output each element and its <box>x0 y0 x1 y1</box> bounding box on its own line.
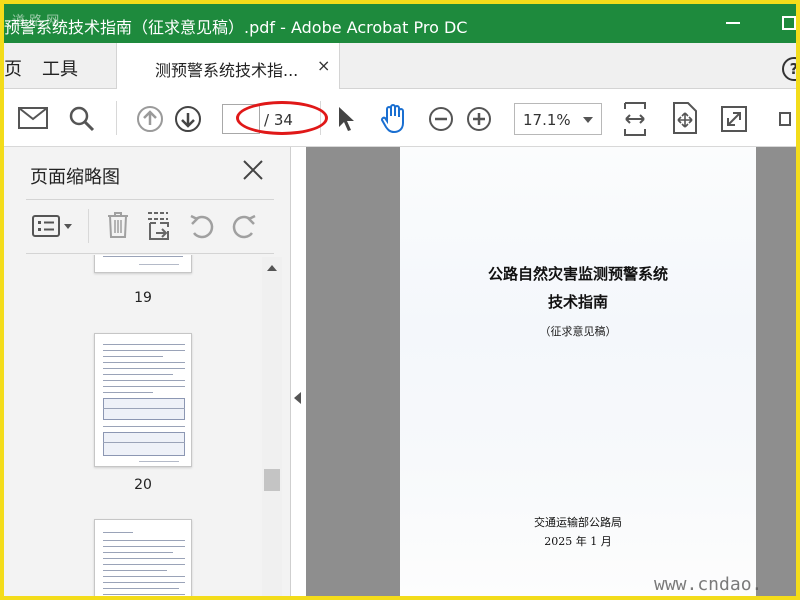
document-view[interactable]: 公路自然灾害监测预警系统 技术指南 （征求意见稿） 交通运输部公路局 2025 … <box>306 147 796 596</box>
panel-separator <box>88 209 89 243</box>
tab-row: 页 工具 测预警系统技术指... × ? <box>4 43 796 90</box>
full-screen-icon[interactable] <box>720 105 748 133</box>
divider <box>26 199 274 200</box>
thumbnail-page-number: 20 <box>134 477 152 493</box>
extract-page-icon[interactable] <box>146 211 172 241</box>
rotate-left-icon[interactable] <box>188 213 216 239</box>
document-date: 2025 年 1 月 <box>544 535 612 548</box>
page-thumbnail[interactable] <box>94 255 192 273</box>
collapse-panel-icon[interactable] <box>294 392 301 404</box>
toolbar: / 34 17.1% <box>4 89 796 147</box>
tab-document-label: 测预警系统技术指... <box>155 61 299 80</box>
tab-home[interactable]: 页 <box>4 55 22 81</box>
rotate-right-icon[interactable] <box>230 213 258 239</box>
annotation-ellipse <box>236 101 328 135</box>
window-title: 预警系统技术指南（征求意见稿）.pdf - Adobe Acrobat Pro … <box>4 18 468 37</box>
chevron-down-icon <box>583 117 593 123</box>
previous-page-icon[interactable] <box>136 105 164 133</box>
more-tools-icon[interactable] <box>776 109 796 129</box>
thumbnail-scrollbar[interactable] <box>262 257 282 596</box>
document-page: 公路自然灾害监测预警系统 技术指南 （征求意见稿） 交通运输部公路局 2025 … <box>400 147 756 596</box>
search-icon[interactable] <box>68 105 96 133</box>
divider <box>26 253 274 254</box>
toolbar-separator <box>116 101 117 135</box>
tab-tools[interactable]: 工具 <box>42 55 78 81</box>
thumbnail-options-icon[interactable] <box>32 215 74 237</box>
document-subtitle: （征求意见稿） <box>539 325 617 338</box>
thumbnail-panel: 页面缩略图 19 20 <box>4 147 291 596</box>
fit-width-icon[interactable] <box>622 101 648 137</box>
minimize-button[interactable] <box>726 22 740 24</box>
tab-document[interactable]: 测预警系统技术指... × <box>116 43 340 90</box>
select-cursor-icon[interactable] <box>336 105 356 133</box>
site-watermark: www.cndao. <box>654 574 763 595</box>
thumbnail-list: 19 20 <box>14 255 262 596</box>
maximize-button[interactable] <box>782 16 796 30</box>
next-page-icon[interactable] <box>174 105 202 133</box>
scroll-up-icon[interactable] <box>267 265 277 271</box>
zoom-select[interactable]: 17.1% <box>514 103 602 135</box>
email-icon[interactable] <box>18 107 48 129</box>
document-title-line1: 公路自然灾害监测预警系统 <box>487 265 668 283</box>
fit-page-icon[interactable] <box>672 101 698 135</box>
help-icon[interactable]: ? <box>782 57 796 81</box>
hand-tool-icon[interactable] <box>378 103 410 135</box>
panel-title: 页面缩略图 <box>30 167 120 188</box>
title-bar: 道 路 网 预警系统技术指南（征求意见稿）.pdf - Adobe Acroba… <box>4 4 796 43</box>
zoom-value: 17.1% <box>523 111 571 129</box>
zoom-out-icon[interactable] <box>428 106 454 132</box>
thumbnail-page-number: 19 <box>134 290 152 306</box>
page-thumbnail[interactable] <box>94 333 192 467</box>
document-organization: 交通运输部公路局 <box>534 516 622 529</box>
scrollbar-thumb[interactable] <box>264 469 280 491</box>
zoom-in-icon[interactable] <box>466 106 492 132</box>
acrobat-window: 道 路 网 预警系统技术指南（征求意见稿）.pdf - Adobe Acroba… <box>4 4 796 596</box>
delete-page-icon[interactable] <box>106 211 130 239</box>
document-title-line2: 技术指南 <box>547 293 608 311</box>
tab-close-icon[interactable]: × <box>317 56 330 75</box>
close-icon[interactable] <box>242 159 264 185</box>
page-thumbnail[interactable] <box>94 519 192 596</box>
